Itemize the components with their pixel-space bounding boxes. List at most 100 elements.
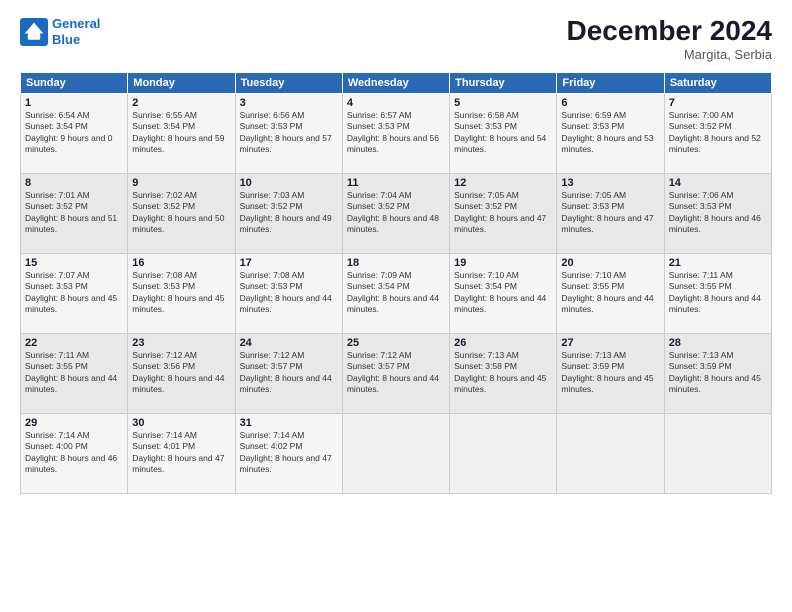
- day-number: 25: [347, 337, 445, 349]
- day-number: 18: [347, 257, 445, 269]
- table-row: 15 Sunrise: 7:07 AMSunset: 3:53 PMDaylig…: [21, 253, 128, 333]
- day-info: Sunrise: 7:08 AMSunset: 3:53 PMDaylight:…: [240, 270, 338, 316]
- day-info: Sunrise: 7:05 AMSunset: 3:53 PMDaylight:…: [561, 190, 659, 236]
- day-number: 3: [240, 97, 338, 109]
- day-info: Sunrise: 7:07 AMSunset: 3:53 PMDaylight:…: [25, 270, 123, 316]
- day-number: 4: [347, 97, 445, 109]
- day-number: 26: [454, 337, 552, 349]
- day-number: 6: [561, 97, 659, 109]
- day-number: 28: [669, 337, 767, 349]
- table-row: 17 Sunrise: 7:08 AMSunset: 3:53 PMDaylig…: [235, 253, 342, 333]
- day-number: 7: [669, 97, 767, 109]
- col-monday: Monday: [128, 72, 235, 93]
- calendar-row: 22 Sunrise: 7:11 AMSunset: 3:55 PMDaylig…: [21, 333, 772, 413]
- header: General Blue December 2024 Margita, Serb…: [20, 16, 772, 62]
- calendar-row: 29 Sunrise: 7:14 AMSunset: 4:00 PMDaylig…: [21, 413, 772, 493]
- table-row: [450, 413, 557, 493]
- day-info: Sunrise: 7:04 AMSunset: 3:52 PMDaylight:…: [347, 190, 445, 236]
- logo-line2: Blue: [52, 32, 80, 47]
- day-info: Sunrise: 7:10 AMSunset: 3:54 PMDaylight:…: [454, 270, 552, 316]
- day-info: Sunrise: 7:10 AMSunset: 3:55 PMDaylight:…: [561, 270, 659, 316]
- day-number: 23: [132, 337, 230, 349]
- day-number: 22: [25, 337, 123, 349]
- calendar-table: Sunday Monday Tuesday Wednesday Thursday…: [20, 72, 772, 494]
- table-row: 31 Sunrise: 7:14 AMSunset: 4:02 PMDaylig…: [235, 413, 342, 493]
- day-number: 14: [669, 177, 767, 189]
- table-row: 14 Sunrise: 7:06 AMSunset: 3:53 PMDaylig…: [664, 173, 771, 253]
- calendar-row: 8 Sunrise: 7:01 AMSunset: 3:52 PMDayligh…: [21, 173, 772, 253]
- table-row: 2 Sunrise: 6:55 AMSunset: 3:54 PMDayligh…: [128, 93, 235, 173]
- day-number: 29: [25, 417, 123, 429]
- table-row: 20 Sunrise: 7:10 AMSunset: 3:55 PMDaylig…: [557, 253, 664, 333]
- day-info: Sunrise: 6:56 AMSunset: 3:53 PMDaylight:…: [240, 110, 338, 156]
- table-row: 13 Sunrise: 7:05 AMSunset: 3:53 PMDaylig…: [557, 173, 664, 253]
- day-number: 31: [240, 417, 338, 429]
- day-info: Sunrise: 6:55 AMSunset: 3:54 PMDaylight:…: [132, 110, 230, 156]
- day-number: 16: [132, 257, 230, 269]
- day-info: Sunrise: 6:58 AMSunset: 3:53 PMDaylight:…: [454, 110, 552, 156]
- day-number: 27: [561, 337, 659, 349]
- day-number: 20: [561, 257, 659, 269]
- day-info: Sunrise: 6:59 AMSunset: 3:53 PMDaylight:…: [561, 110, 659, 156]
- day-info: Sunrise: 6:54 AMSunset: 3:54 PMDaylight:…: [25, 110, 123, 156]
- table-row: 25 Sunrise: 7:12 AMSunset: 3:57 PMDaylig…: [342, 333, 449, 413]
- day-number: 13: [561, 177, 659, 189]
- day-number: 2: [132, 97, 230, 109]
- table-row: 9 Sunrise: 7:02 AMSunset: 3:52 PMDayligh…: [128, 173, 235, 253]
- table-row: 16 Sunrise: 7:08 AMSunset: 3:53 PMDaylig…: [128, 253, 235, 333]
- day-number: 10: [240, 177, 338, 189]
- day-info: Sunrise: 7:08 AMSunset: 3:53 PMDaylight:…: [132, 270, 230, 316]
- day-number: 15: [25, 257, 123, 269]
- day-info: Sunrise: 7:00 AMSunset: 3:52 PMDaylight:…: [669, 110, 767, 156]
- col-saturday: Saturday: [664, 72, 771, 93]
- logo-icon: [20, 18, 48, 46]
- day-number: 5: [454, 97, 552, 109]
- day-info: Sunrise: 7:12 AMSunset: 3:56 PMDaylight:…: [132, 350, 230, 396]
- table-row: 1 Sunrise: 6:54 AMSunset: 3:54 PMDayligh…: [21, 93, 128, 173]
- day-info: Sunrise: 7:02 AMSunset: 3:52 PMDaylight:…: [132, 190, 230, 236]
- day-info: Sunrise: 7:11 AMSunset: 3:55 PMDaylight:…: [669, 270, 767, 316]
- table-row: [557, 413, 664, 493]
- logo-line1: General: [52, 16, 100, 31]
- table-row: 21 Sunrise: 7:11 AMSunset: 3:55 PMDaylig…: [664, 253, 771, 333]
- location-subtitle: Margita, Serbia: [567, 47, 772, 62]
- table-row: 4 Sunrise: 6:57 AMSunset: 3:53 PMDayligh…: [342, 93, 449, 173]
- table-row: 30 Sunrise: 7:14 AMSunset: 4:01 PMDaylig…: [128, 413, 235, 493]
- logo: General Blue: [20, 16, 100, 47]
- calendar-row: 1 Sunrise: 6:54 AMSunset: 3:54 PMDayligh…: [21, 93, 772, 173]
- table-row: 19 Sunrise: 7:10 AMSunset: 3:54 PMDaylig…: [450, 253, 557, 333]
- title-block: December 2024 Margita, Serbia: [567, 16, 772, 62]
- table-row: 6 Sunrise: 6:59 AMSunset: 3:53 PMDayligh…: [557, 93, 664, 173]
- table-row: [664, 413, 771, 493]
- logo-text: General Blue: [52, 16, 100, 47]
- day-info: Sunrise: 7:14 AMSunset: 4:02 PMDaylight:…: [240, 430, 338, 476]
- calendar-row: 15 Sunrise: 7:07 AMSunset: 3:53 PMDaylig…: [21, 253, 772, 333]
- day-info: Sunrise: 7:05 AMSunset: 3:52 PMDaylight:…: [454, 190, 552, 236]
- day-info: Sunrise: 7:13 AMSunset: 3:59 PMDaylight:…: [561, 350, 659, 396]
- day-number: 24: [240, 337, 338, 349]
- day-number: 1: [25, 97, 123, 109]
- day-info: Sunrise: 7:13 AMSunset: 3:59 PMDaylight:…: [669, 350, 767, 396]
- day-number: 17: [240, 257, 338, 269]
- table-row: 12 Sunrise: 7:05 AMSunset: 3:52 PMDaylig…: [450, 173, 557, 253]
- day-info: Sunrise: 7:09 AMSunset: 3:54 PMDaylight:…: [347, 270, 445, 316]
- table-row: 10 Sunrise: 7:03 AMSunset: 3:52 PMDaylig…: [235, 173, 342, 253]
- day-number: 11: [347, 177, 445, 189]
- table-row: 5 Sunrise: 6:58 AMSunset: 3:53 PMDayligh…: [450, 93, 557, 173]
- table-row: 28 Sunrise: 7:13 AMSunset: 3:59 PMDaylig…: [664, 333, 771, 413]
- day-number: 19: [454, 257, 552, 269]
- day-info: Sunrise: 7:14 AMSunset: 4:01 PMDaylight:…: [132, 430, 230, 476]
- page: General Blue December 2024 Margita, Serb…: [0, 0, 792, 612]
- table-row: 29 Sunrise: 7:14 AMSunset: 4:00 PMDaylig…: [21, 413, 128, 493]
- table-row: 18 Sunrise: 7:09 AMSunset: 3:54 PMDaylig…: [342, 253, 449, 333]
- day-number: 12: [454, 177, 552, 189]
- table-row: 8 Sunrise: 7:01 AMSunset: 3:52 PMDayligh…: [21, 173, 128, 253]
- calendar-header-row: Sunday Monday Tuesday Wednesday Thursday…: [21, 72, 772, 93]
- col-friday: Friday: [557, 72, 664, 93]
- table-row: 24 Sunrise: 7:12 AMSunset: 3:57 PMDaylig…: [235, 333, 342, 413]
- table-row: 11 Sunrise: 7:04 AMSunset: 3:52 PMDaylig…: [342, 173, 449, 253]
- col-thursday: Thursday: [450, 72, 557, 93]
- table-row: 23 Sunrise: 7:12 AMSunset: 3:56 PMDaylig…: [128, 333, 235, 413]
- day-number: 8: [25, 177, 123, 189]
- table-row: [342, 413, 449, 493]
